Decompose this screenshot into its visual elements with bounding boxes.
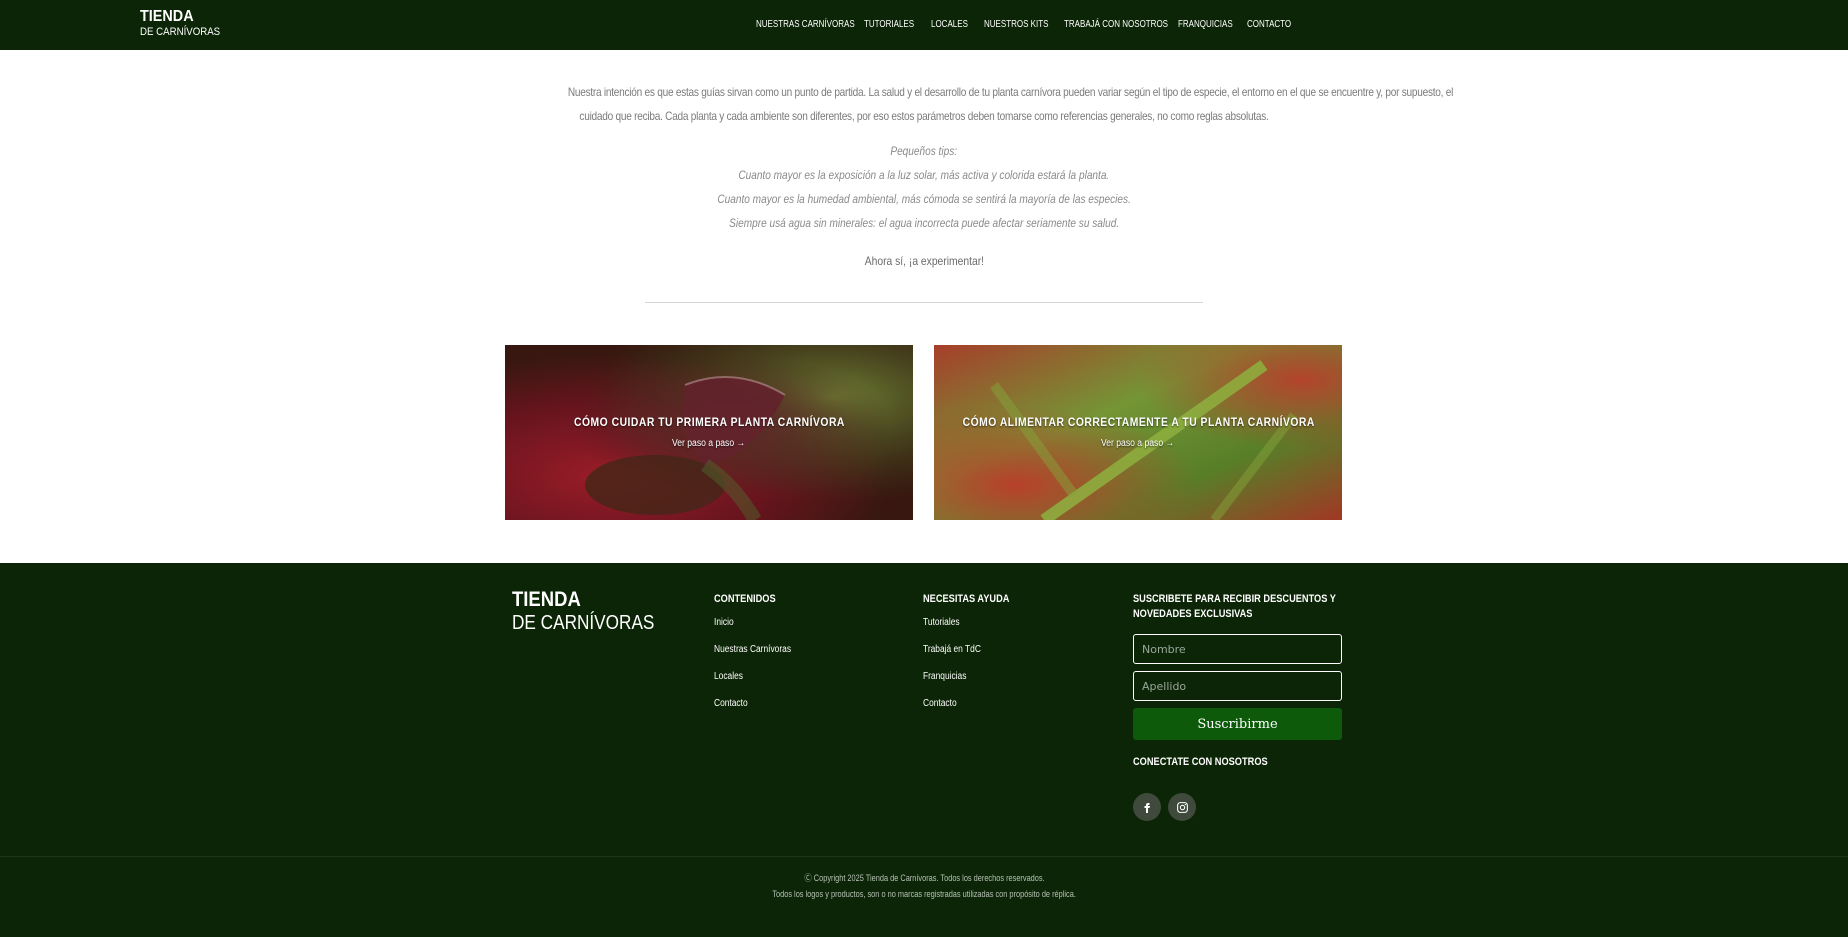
nav-franquicias[interactable]: FRANQUICIAS <box>1178 19 1233 30</box>
tip-item: Cuanto mayor es la exposición a la luz s… <box>738 168 1110 182</box>
nav-tutoriales[interactable]: TUTORIALES <box>864 19 914 30</box>
footer-brand-logo[interactable]: TIENDA DE CARNÍVORAS <box>512 588 678 635</box>
surname-field[interactable] <box>1133 671 1342 701</box>
disclaimer-text: Todos los logos y productos, son o no ma… <box>772 889 1076 899</box>
subscribe-title: SUSCRIBETE PARA RECIBIR DESCUENTOS Y NOV… <box>1133 593 1336 620</box>
top-navbar: TIENDA DE CARNÍVORAS NUESTRAS CARNÍVORAS… <box>0 0 1848 50</box>
footer-link-nuestras-carnivoras[interactable]: Nuestras Carnívoras <box>714 644 806 655</box>
footer-divider <box>0 856 1848 857</box>
tutorial-card-first-plant[interactable]: CÓMO CUIDAR TU PRIMERA PLANTA CARNÍVORA … <box>505 345 913 520</box>
card-title: CÓMO CUIDAR TU PRIMERA PLANTA CARNÍVORA <box>573 415 845 429</box>
footer-contenidos-title: CONTENIDOS <box>714 593 776 605</box>
nav-nuestras-carnivoras[interactable]: NUESTRAS CARNÍVORAS <box>756 19 855 30</box>
intro-paragraph-line-2: cuidado que reciba. Cada planta y cada a… <box>579 109 1269 123</box>
brand-logo[interactable]: TIENDA DE CARNÍVORAS <box>140 8 231 40</box>
footer-link-tutoriales[interactable]: Tutoriales <box>923 617 967 628</box>
card-title: CÓMO ALIMENTAR CORRECTAMENTE A TU PLANTA… <box>962 415 1315 429</box>
brand-line-2: DE CARNÍVORAS <box>140 26 221 38</box>
tutorial-card-feeding[interactable]: CÓMO ALIMENTAR CORRECTAMENTE A TU PLANTA… <box>934 345 1342 520</box>
nav-locales[interactable]: LOCALES <box>931 19 968 30</box>
footer-link-trabaja[interactable]: Trabajá en TdC <box>923 644 992 655</box>
footer-brand-line-1: TIENDA <box>512 588 581 611</box>
footer-link-contacto[interactable]: Contacto <box>714 698 754 709</box>
intro-paragraph: Nuestra intención es que estas guías sir… <box>500 80 1454 128</box>
connect-title: CONECTATE CON NOSOTROS <box>1133 756 1268 768</box>
card-link[interactable]: Ver paso a paso → <box>505 438 913 449</box>
nav-nuestros-kits[interactable]: NUESTROS KITS <box>984 19 1048 30</box>
name-field[interactable] <box>1133 634 1342 664</box>
footer-ayuda-title: NECESITAS AYUDA <box>923 593 1010 605</box>
footer-link-franquicias[interactable]: Franquicias <box>923 671 975 682</box>
footer-brand-line-2: DE CARNÍVORAS <box>512 612 655 634</box>
closing-text: Ahora sí, ¡a experimentar! <box>864 254 984 268</box>
nav-contacto[interactable]: CONTACTO <box>1247 19 1291 30</box>
intro-paragraph-line-1: Nuestra intención es que estas guías sir… <box>567 85 1454 99</box>
subscribe-button[interactable]: Suscribirme <box>1133 708 1342 740</box>
footer-link-locales[interactable]: Locales <box>714 671 748 682</box>
copyright-text: Ⓒ Copyright 2025 Tienda de Carnívoras. T… <box>803 873 1045 883</box>
brand-line-1: TIENDA <box>140 8 194 25</box>
tips-heading: Pequeños tips: <box>890 144 958 158</box>
tip-item: Cuanto mayor es la humedad ambiental, má… <box>717 192 1131 206</box>
nav-trabaja-con-nosotros[interactable]: TRABAJÁ CON NOSOTROS <box>1064 19 1168 30</box>
instagram-icon[interactable] <box>1168 793 1196 821</box>
card-link[interactable]: Ver paso a paso → <box>934 438 1342 449</box>
facebook-icon[interactable] <box>1133 793 1161 821</box>
footer-link-inicio[interactable]: Inicio <box>714 617 737 628</box>
tip-item: Siempre usá agua sin minerales: el agua … <box>729 216 1119 230</box>
footer-link-contacto-2[interactable]: Contacto <box>923 698 963 709</box>
divider <box>645 302 1203 303</box>
